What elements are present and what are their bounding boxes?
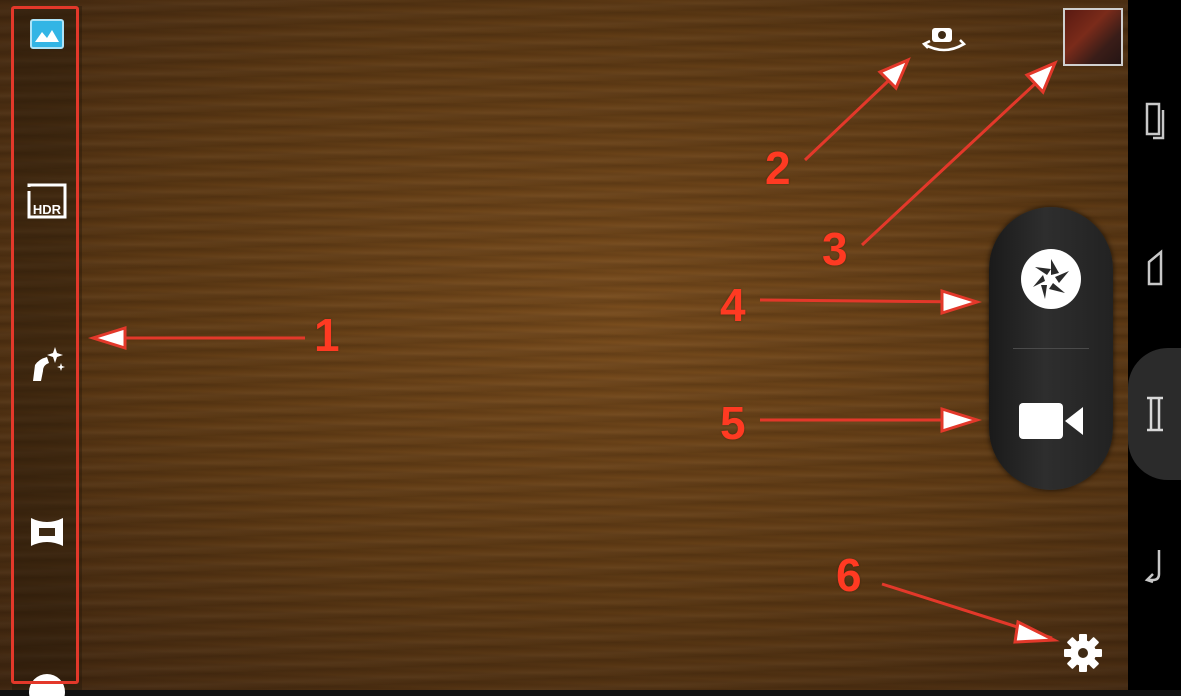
home-button[interactable] <box>1128 248 1181 288</box>
callout-number-1: 1 <box>314 309 340 361</box>
camera-viewfinder[interactable] <box>0 0 1128 690</box>
callout-number-6: 6 <box>836 549 862 601</box>
system-nav-bar <box>1128 0 1181 690</box>
mode-bar-callout-box <box>11 6 79 684</box>
back-icon <box>1144 550 1160 584</box>
screenshot-icon <box>1146 396 1163 432</box>
capture-panel <box>989 207 1113 490</box>
screenshot-button[interactable] <box>1128 394 1181 434</box>
shutter-button[interactable] <box>1019 247 1083 316</box>
recent-apps-button[interactable] <box>1128 100 1181 140</box>
back-button[interactable] <box>1128 544 1181 584</box>
switch-camera-icon <box>921 28 967 52</box>
video-record-button[interactable] <box>1017 399 1087 448</box>
gallery-thumbnail[interactable] <box>1063 8 1123 66</box>
recent-apps-icon <box>1145 102 1164 140</box>
callout-number-4: 4 <box>720 279 746 331</box>
gear-icon <box>1064 634 1102 672</box>
home-icon <box>1147 249 1162 286</box>
shutter-icon <box>1021 249 1081 309</box>
callout-number-3: 3 <box>822 223 848 275</box>
settings-button[interactable] <box>1062 632 1104 679</box>
video-camera-icon <box>1019 403 1083 439</box>
panel-divider <box>1013 348 1089 349</box>
callout-number-2: 2 <box>765 142 791 194</box>
callout-number-5: 5 <box>720 397 746 449</box>
switch-camera-button[interactable] <box>920 22 968 63</box>
